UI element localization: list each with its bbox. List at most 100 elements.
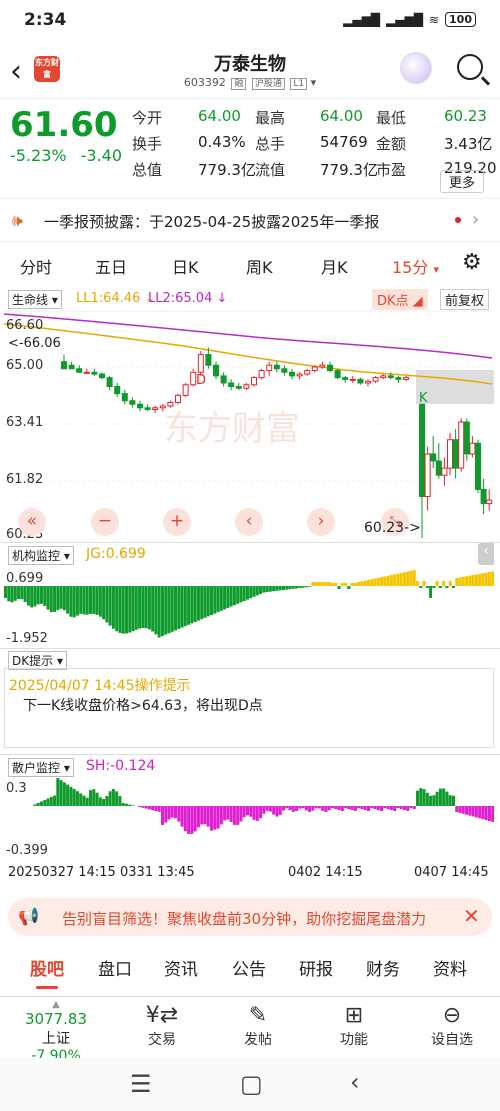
collapse-icon[interactable]: ‹ bbox=[478, 543, 494, 565]
sh-bar bbox=[432, 795, 436, 806]
caret-up-icon: ▲ bbox=[52, 999, 60, 1010]
jg-bar bbox=[278, 586, 282, 591]
dk-point-button[interactable]: DK点 ◢ bbox=[372, 289, 428, 310]
sh-select[interactable]: 散户监控 ▾ bbox=[8, 758, 74, 777]
search-icon[interactable] bbox=[457, 54, 483, 80]
candle bbox=[387, 375, 394, 379]
candle bbox=[475, 442, 481, 490]
tab-orderbook[interactable]: 盘口 bbox=[98, 955, 132, 980]
sh-top-label: 0.3 bbox=[6, 781, 27, 796]
back-nav-icon[interactable]: ‹ bbox=[350, 1068, 360, 1096]
jg-bar bbox=[4, 586, 7, 598]
menu-icon[interactable]: ☰ bbox=[130, 1070, 152, 1098]
quote-value: 779.3亿 bbox=[320, 161, 378, 179]
candle bbox=[266, 364, 273, 372]
sh-bar bbox=[340, 806, 344, 811]
sh-bar bbox=[376, 806, 380, 810]
sh-bar bbox=[425, 792, 429, 806]
sh-bar bbox=[183, 806, 187, 832]
jg-bar bbox=[33, 586, 37, 607]
close-icon[interactable]: ✕ bbox=[463, 904, 480, 928]
chevron-left-icon[interactable]: ‹ bbox=[235, 508, 263, 536]
jg-bar bbox=[478, 573, 482, 586]
tab-announcements[interactable]: 公告 bbox=[232, 955, 266, 980]
wifi-icon: ≋ bbox=[428, 12, 440, 27]
jg-bar bbox=[334, 583, 338, 586]
jg-bar bbox=[190, 586, 194, 624]
sh-bar bbox=[95, 792, 99, 806]
jg-bar bbox=[468, 575, 472, 586]
assistant-robot-icon[interactable] bbox=[400, 52, 432, 84]
candle bbox=[452, 439, 459, 469]
index-widget[interactable]: ▲ 3077.83 上证 -7.90% bbox=[16, 999, 96, 1064]
jg-bar bbox=[272, 586, 276, 592]
jg-bar bbox=[422, 581, 426, 586]
nav-post[interactable]: ✎ 发帖 bbox=[236, 1003, 280, 1049]
candle bbox=[334, 370, 341, 379]
jg-select[interactable]: 机构监控 ▾ bbox=[8, 546, 74, 565]
chevron-right-icon[interactable]: › bbox=[307, 508, 335, 536]
tab-15min[interactable]: 15分 ▾ bbox=[392, 254, 439, 278]
tab-intraday[interactable]: 分时 bbox=[20, 254, 52, 278]
sh-bar bbox=[164, 806, 168, 823]
tab-monthly-k[interactable]: 月K bbox=[321, 254, 348, 278]
nav-functions[interactable]: ⊞ 功能 bbox=[332, 1003, 376, 1049]
tab-weekly-k[interactable]: 周K bbox=[246, 254, 273, 278]
tab-research[interactable]: 研报 bbox=[299, 955, 333, 980]
tab-15min-label: 15分 bbox=[392, 258, 429, 277]
home-icon[interactable]: ▢ bbox=[240, 1070, 263, 1098]
tab-five-day[interactable]: 五日 bbox=[95, 254, 127, 278]
jg-bar bbox=[363, 580, 367, 586]
jg-bar bbox=[396, 573, 400, 586]
sh-chart: 0.3 -0.399 bbox=[6, 778, 494, 858]
current-price: 61.60 bbox=[10, 105, 118, 145]
jg-bar bbox=[389, 575, 393, 586]
quote-value: 64.00 bbox=[320, 107, 363, 125]
jg-bar bbox=[249, 586, 253, 599]
adjust-button[interactable]: 前复权 bbox=[440, 289, 490, 310]
jg-bar bbox=[239, 586, 243, 603]
indicator-select[interactable]: 生命线 ▾ bbox=[8, 290, 62, 309]
jg-bar bbox=[393, 574, 397, 586]
gear-icon[interactable]: ⚙ bbox=[462, 250, 482, 275]
tab-daily-k[interactable]: 日K bbox=[172, 254, 199, 278]
time-label-4: 0407 14:45 bbox=[414, 865, 489, 880]
jg-bar bbox=[442, 581, 446, 586]
promo-banner[interactable]: 📢 告别盲目筛选！聚焦收盘前30分钟，助你挖掘尾盘潜力 ✕ bbox=[8, 898, 492, 936]
sh-bar bbox=[177, 806, 181, 822]
sh-bar bbox=[82, 795, 86, 806]
nav-post-label: 发帖 bbox=[244, 1032, 272, 1048]
y-label-4: 61.82 bbox=[6, 472, 43, 487]
stock-header: ‹ 东方财富 万泰生物 603392 融 沪股通 L1 ▾ bbox=[0, 44, 500, 98]
sh-bar bbox=[350, 806, 354, 810]
dropdown-icon[interactable]: ▾ bbox=[311, 76, 317, 89]
sh-bar bbox=[62, 782, 66, 806]
sh-bar bbox=[259, 806, 263, 819]
jg-bar bbox=[105, 586, 109, 623]
zoom-out-far-icon[interactable]: « bbox=[18, 508, 46, 536]
sh-bar bbox=[98, 797, 102, 806]
y-label-3: 63.41 bbox=[6, 415, 43, 430]
tab-forum[interactable]: 股吧 bbox=[30, 955, 64, 989]
jg-bar bbox=[180, 586, 184, 628]
jg-bar bbox=[151, 586, 155, 632]
more-button[interactable]: 更多 bbox=[440, 170, 485, 193]
tab-profile[interactable]: 资料 bbox=[433, 955, 467, 980]
sh-bar bbox=[331, 806, 334, 808]
nav-trade[interactable]: ¥⇄ 交易 bbox=[140, 1003, 184, 1049]
kline-chart[interactable]: 东方财富 66.60 65.00 63.41 61.82 60.23 <-66.… bbox=[4, 310, 494, 540]
sh-bar bbox=[151, 806, 155, 811]
notice-bar[interactable]: 🕪 一季报预披露：于2025-04-25披露2025年一季报 › bbox=[0, 198, 500, 242]
jg-bar bbox=[183, 586, 187, 627]
plus-icon[interactable]: + bbox=[163, 508, 191, 536]
sh-bar bbox=[262, 806, 266, 814]
jg-bar bbox=[245, 586, 249, 600]
tab-finance[interactable]: 财务 bbox=[366, 955, 400, 980]
tab-news[interactable]: 资讯 bbox=[164, 955, 198, 980]
minus-icon[interactable]: − bbox=[91, 508, 119, 536]
sh-bar bbox=[389, 806, 393, 810]
sh-bar bbox=[347, 806, 351, 809]
sh-bar bbox=[206, 806, 210, 827]
candle bbox=[435, 460, 442, 476]
nav-watchlist[interactable]: ⊖ 设自选 bbox=[424, 1003, 480, 1049]
